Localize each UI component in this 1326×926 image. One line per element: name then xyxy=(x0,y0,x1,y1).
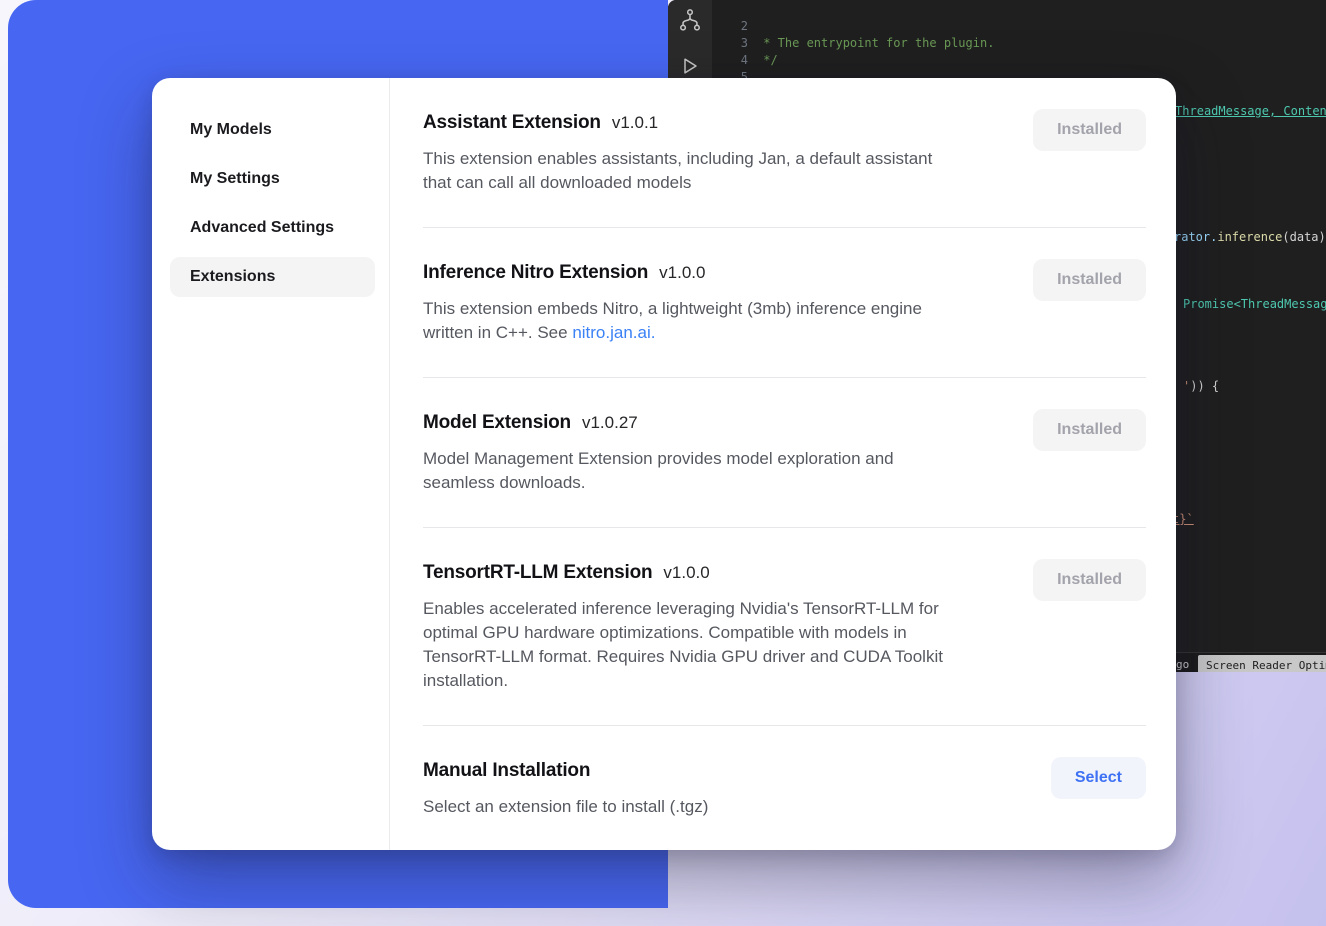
extension-row: Model Extension v1.0.27 Model Management… xyxy=(423,378,1146,528)
extension-info: Assistant Extension v1.0.1 This extensio… xyxy=(423,112,1008,195)
manual-installation-description: Select an extension file to install (.tg… xyxy=(423,795,1008,819)
installed-button[interactable]: Installed xyxy=(1033,109,1146,151)
installed-button[interactable]: Installed xyxy=(1033,259,1146,301)
code-line: 2 * The entrypoint for the plugin. xyxy=(668,1,1326,18)
extension-version: v1.0.0 xyxy=(663,563,709,583)
extension-info: Manual Installation Select an extension … xyxy=(423,760,1008,819)
screen-reader-status-chip[interactable]: Screen Reader Optimized xyxy=(1198,655,1326,672)
code-punct: )) { xyxy=(1190,379,1219,393)
extension-description: Enables accelerated inference leveraging… xyxy=(423,597,1008,693)
installed-button[interactable]: Installed xyxy=(1033,409,1146,451)
desktop-canvas: 2 * The entrypoint for the plugin. 3 */ … xyxy=(0,0,1326,926)
sidebar-item-extensions[interactable]: Extensions xyxy=(170,257,375,297)
manual-installation-title: Manual Installation xyxy=(423,760,590,782)
extension-title: Model Extension xyxy=(423,412,571,434)
select-file-button[interactable]: Select xyxy=(1051,757,1146,799)
extension-description: This extension enables assistants, inclu… xyxy=(423,147,1008,195)
extension-title: Inference Nitro Extension xyxy=(423,262,648,284)
code-fragment: Promise<ThreadMessage> xyxy=(1183,296,1326,313)
sidebar-item-my-settings[interactable]: My Settings xyxy=(170,159,375,199)
sidebar-item-advanced-settings[interactable]: Advanced Settings xyxy=(170,208,375,248)
code-line: 5 // Web / extension runtime xyxy=(668,52,1326,69)
code-line: 4 xyxy=(668,35,1326,52)
extension-title: TensortRT-LLM Extension xyxy=(423,562,652,584)
extension-info: TensortRT-LLM Extension v1.0.0 Enables a… xyxy=(423,562,1008,693)
extension-version: v1.0.27 xyxy=(582,413,638,433)
status-text: go xyxy=(1176,656,1189,672)
code-identifier: rator. xyxy=(1174,230,1217,244)
extension-info: Model Extension v1.0.27 Model Management… xyxy=(423,412,1008,495)
extensions-panel: Assistant Extension v1.0.1 This extensio… xyxy=(390,78,1176,850)
settings-sidebar: My Models My Settings Advanced Settings … xyxy=(152,78,390,850)
installed-button[interactable]: Installed xyxy=(1033,559,1146,601)
code-fragment: ')) { xyxy=(1183,378,1219,395)
code-method: inference xyxy=(1217,230,1282,244)
settings-modal: My Models My Settings Advanced Settings … xyxy=(152,78,1176,850)
sidebar-item-my-models[interactable]: My Models xyxy=(170,110,375,150)
manual-installation-row: Manual Installation Select an extension … xyxy=(423,726,1146,850)
extension-description: Model Management Extension provides mode… xyxy=(423,447,1008,495)
extension-version: v1.0.1 xyxy=(612,113,658,133)
extension-row: TensortRT-LLM Extension v1.0.0 Enables a… xyxy=(423,528,1146,726)
extension-row: Assistant Extension v1.0.1 This extensio… xyxy=(423,78,1146,228)
extension-info: Inference Nitro Extension v1.0.0 This ex… xyxy=(423,262,1008,345)
extension-version: v1.0.0 xyxy=(659,263,705,283)
extension-description: This extension embeds Nitro, a lightweig… xyxy=(423,297,1008,345)
description-text: This extension embeds Nitro, a lightweig… xyxy=(423,299,922,342)
code-punct: (data)); xyxy=(1282,230,1326,244)
nitro-link[interactable]: nitro.jan.ai. xyxy=(572,323,655,342)
extension-row: Inference Nitro Extension v1.0.0 This ex… xyxy=(423,228,1146,378)
code-fragment: rator.inference(data)); xyxy=(1174,229,1326,246)
extension-title: Assistant Extension xyxy=(423,112,601,134)
code-line: 3 */ xyxy=(668,18,1326,35)
